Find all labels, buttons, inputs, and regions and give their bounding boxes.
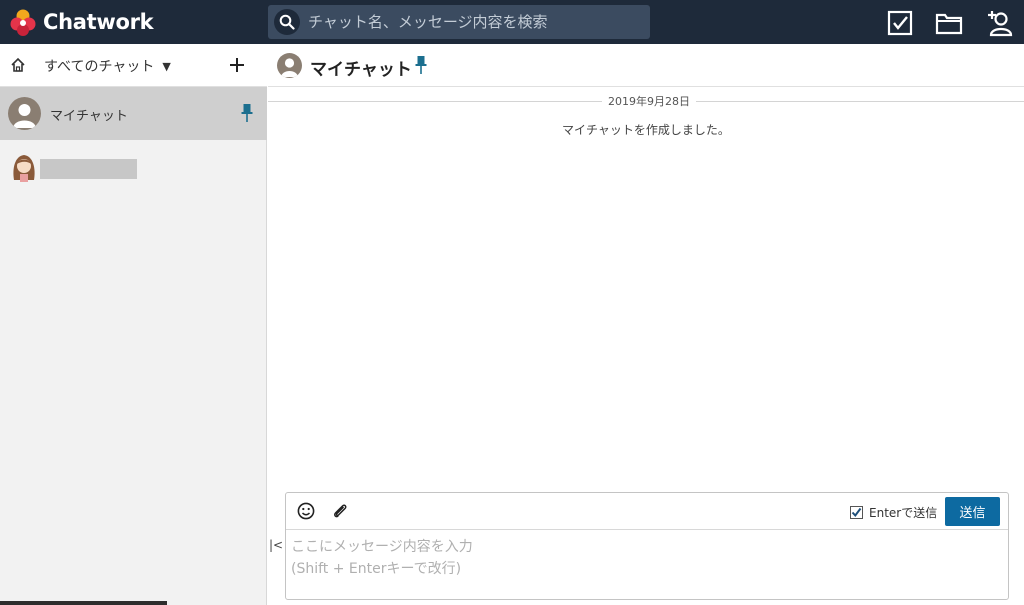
date-separator: 2019年9月28日: [268, 93, 1024, 109]
add-chat-button[interactable]: [225, 53, 249, 77]
enter-to-send-option[interactable]: Enterで送信: [850, 504, 937, 521]
attachment-icon[interactable]: [331, 502, 349, 524]
enter-to-send-label: Enterで送信: [869, 506, 938, 520]
send-button[interactable]: 送信: [945, 497, 1000, 526]
top-bar: Chatwork: [0, 0, 1024, 44]
avatar: [11, 152, 37, 182]
enter-to-send-checkbox[interactable]: [850, 506, 863, 519]
search-box[interactable]: [268, 5, 650, 39]
room-filter-dropdown[interactable]: すべてのチャット ▼: [44, 56, 171, 76]
message-composer: Enterで送信 送信: [285, 492, 1009, 600]
room-filter-label: すべてのチャット: [44, 59, 155, 75]
search-icon[interactable]: [274, 9, 300, 35]
caret-down-icon: ▼: [162, 59, 171, 73]
room-name: マイチャット: [50, 109, 128, 124]
pin-icon[interactable]: [415, 56, 427, 78]
emoji-icon[interactable]: [297, 502, 315, 524]
folder-icon[interactable]: [935, 9, 963, 37]
avatar: [8, 97, 41, 130]
composer-toolbar: Enterで送信 送信: [286, 493, 1008, 530]
room-header: マイチャット: [268, 44, 1024, 87]
sidebar-header: すべてのチャット ▼: [0, 44, 267, 87]
date-label: 2019年9月28日: [602, 93, 696, 109]
pin-icon[interactable]: [241, 104, 253, 126]
task-icon[interactable]: [886, 9, 914, 37]
system-message: マイチャットを作成しました。: [562, 123, 730, 137]
collapse-sidebar-button[interactable]: |<: [269, 538, 283, 552]
room-sidebar: すべてのチャット ▼ マイチャット: [0, 44, 267, 605]
room-avatar[interactable]: [277, 53, 302, 78]
chatwork-logo-icon: [10, 9, 36, 36]
contact-add-icon[interactable]: [986, 9, 1014, 37]
room-item[interactable]: [0, 140, 267, 193]
app-name: Chatwork: [43, 10, 154, 34]
room-item-my-chat[interactable]: マイチャット: [0, 87, 267, 140]
search-input[interactable]: [308, 13, 638, 31]
message-input[interactable]: [291, 536, 1003, 596]
room-title: マイチャット: [310, 60, 412, 80]
app-logo[interactable]: Chatwork: [8, 7, 154, 37]
room-name-redacted: [40, 159, 137, 179]
home-icon[interactable]: [10, 57, 26, 77]
bottom-strip: [0, 601, 167, 605]
